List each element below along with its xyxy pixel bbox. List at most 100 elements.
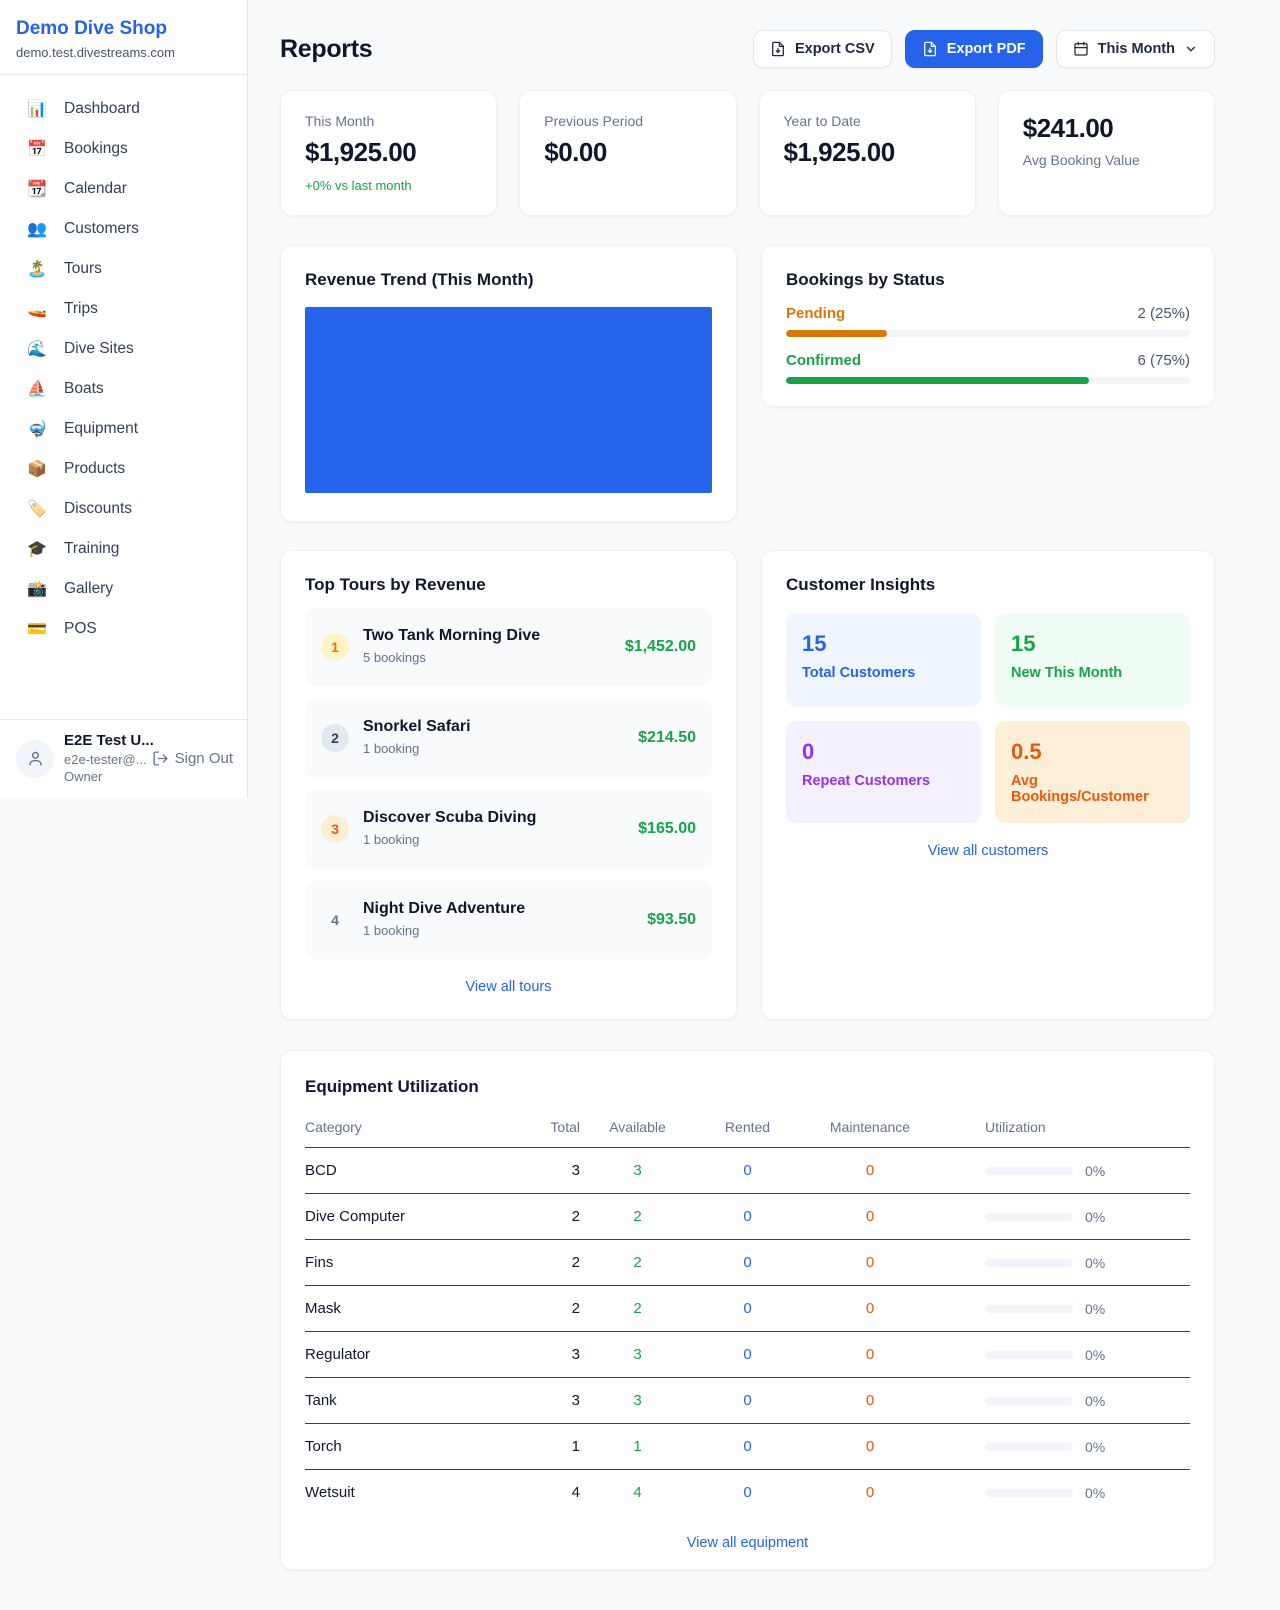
tile-label: Repeat Customers [802,773,965,789]
sidebar-item-label: Dive Sites [64,340,134,358]
cell-total: 3 [510,1346,580,1363]
sidebar-item-label: Bookings [64,140,128,158]
cell-total: 3 [510,1392,580,1409]
tour-revenue: $214.50 [638,729,696,747]
status-count: 6 (75%) [1137,352,1190,369]
sidebar-item-dashboard[interactable]: 📊 Dashboard [0,89,247,129]
utilization-percent: 0% [1085,1393,1105,1409]
sidebar-item-label: Gallery [64,580,113,598]
camera-icon: 📸 [26,579,48,599]
utilization-percent: 0% [1085,1209,1105,1225]
cell-available: 2 [580,1300,695,1317]
sidebar-item-tours[interactable]: 🏝️ Tours [0,249,247,289]
sidebar-item-dive-sites[interactable]: 🌊 Dive Sites [0,329,247,369]
export-pdf-button[interactable]: Export PDF [905,30,1043,68]
stat-value: $1,925.00 [305,137,472,168]
cell-category: Wetsuit [305,1484,510,1501]
tile-label: Total Customers [802,665,965,681]
cell-category: Regulator [305,1346,510,1363]
stat-delta: +0% vs last month [305,178,472,193]
cell-category: Torch [305,1438,510,1455]
tour-name: Night Dive Adventure [363,900,633,918]
cell-total: 3 [510,1162,580,1179]
sidebar-item-training[interactable]: 🎓 Training [0,529,247,569]
tour-bookings: 1 booking [363,741,419,756]
cell-utilization: 0% [940,1209,1190,1225]
cell-rented: 0 [695,1162,800,1179]
cell-total: 2 [510,1208,580,1225]
sign-out-button[interactable]: Sign Out [152,750,237,767]
cell-category: Mask [305,1300,510,1317]
sidebar-item-boats[interactable]: ⛵ Boats [0,369,247,409]
stat-card-avg-booking-value: $241.00 Avg Booking Value [998,90,1215,216]
tag-icon: 🏷️ [26,499,48,519]
column-header-available: Available [580,1119,695,1135]
utilization-percent: 0% [1085,1347,1105,1363]
utilization-bar-track [985,1489,1073,1497]
status-count: 2 (25%) [1137,305,1190,322]
sidebar-item-customers[interactable]: 👥 Customers [0,209,247,249]
export-csv-button[interactable]: Export CSV [753,30,892,68]
user-name: E2E Test U... [64,732,142,749]
tour-name: Two Tank Morning Dive [363,627,611,645]
view-all-tours-link[interactable]: View all tours [305,979,712,995]
sidebar-item-calendar[interactable]: 📆 Calendar [0,169,247,209]
status-label: Pending [786,305,845,322]
sidebar-item-equipment[interactable]: 🤿 Equipment [0,409,247,449]
utilization-bar-track [985,1351,1073,1359]
calendar-icon: 📆 [26,179,48,199]
view-all-equipment-link[interactable]: View all equipment [305,1535,1190,1551]
page-title: Reports [280,35,372,64]
sidebar-item-bookings[interactable]: 📅 Bookings [0,129,247,169]
cell-maintenance: 0 [800,1254,940,1271]
cell-available: 4 [580,1484,695,1501]
column-header-total: Total [510,1119,580,1135]
sidebar-item-gallery[interactable]: 📸 Gallery [0,569,247,609]
stat-label: This Month [305,113,472,129]
stat-card-this-month: This Month $1,925.00 +0% vs last month [280,90,497,216]
table-row: BCD 3 3 0 0 0% [305,1148,1190,1194]
export-pdf-label: Export PDF [947,41,1026,57]
tour-name: Snorkel Safari [363,718,624,736]
stat-card-previous-period: Previous Period $0.00 [519,90,736,216]
rank-badge: 1 [321,633,349,661]
table-row: Wetsuit 4 4 0 0 0% [305,1470,1190,1515]
sidebar-item-label: Dashboard [64,100,140,118]
cell-utilization: 0% [940,1485,1190,1501]
utilization-bar-track [985,1213,1073,1221]
period-select[interactable]: This Month [1056,30,1215,68]
sign-out-label: Sign Out [175,750,233,767]
utilization-percent: 0% [1085,1485,1105,1501]
cell-maintenance: 0 [800,1392,940,1409]
tour-bookings: 1 booking [363,923,419,938]
sidebar-item-discounts[interactable]: 🏷️ Discounts [0,489,247,529]
cell-available: 2 [580,1208,695,1225]
cell-available: 2 [580,1254,695,1271]
cell-maintenance: 0 [800,1484,940,1501]
cell-available: 3 [580,1346,695,1363]
cell-category: Tank [305,1392,510,1409]
cell-maintenance: 0 [800,1162,940,1179]
tour-bookings: 5 bookings [363,650,426,665]
equipment-table: Category Total Available Rented Maintena… [305,1111,1190,1515]
rank-badge: 2 [321,724,349,752]
sidebar-item-trips[interactable]: 🚤 Trips [0,289,247,329]
sidebar-item-label: Customers [64,220,139,238]
utilization-bar-track [985,1167,1073,1175]
table-row: Mask 2 2 0 0 0% [305,1286,1190,1332]
sidebar-item-products[interactable]: 📦 Products [0,449,247,489]
sidebar: Demo Dive Shop demo.test.divestreams.com… [0,0,248,798]
cell-rented: 0 [695,1346,800,1363]
customers-icon: 👥 [26,219,48,239]
view-all-customers-link[interactable]: View all customers [786,843,1190,859]
credit-card-icon: 💳 [26,619,48,639]
utilization-percent: 0% [1085,1439,1105,1455]
sidebar-item-pos[interactable]: 💳 POS [0,609,247,649]
bookings-by-status-card: Bookings by Status Pending 2 (25%) Confi… [761,245,1215,407]
stat-card-year-to-date: Year to Date $1,925.00 [759,90,976,216]
graduation-cap-icon: 🎓 [26,539,48,559]
equipment-utilization-card: Equipment Utilization Category Total Ava… [280,1050,1215,1570]
export-csv-label: Export CSV [795,41,875,57]
rank-badge: 4 [321,906,349,934]
bookings-calendar-icon: 📅 [26,139,48,159]
